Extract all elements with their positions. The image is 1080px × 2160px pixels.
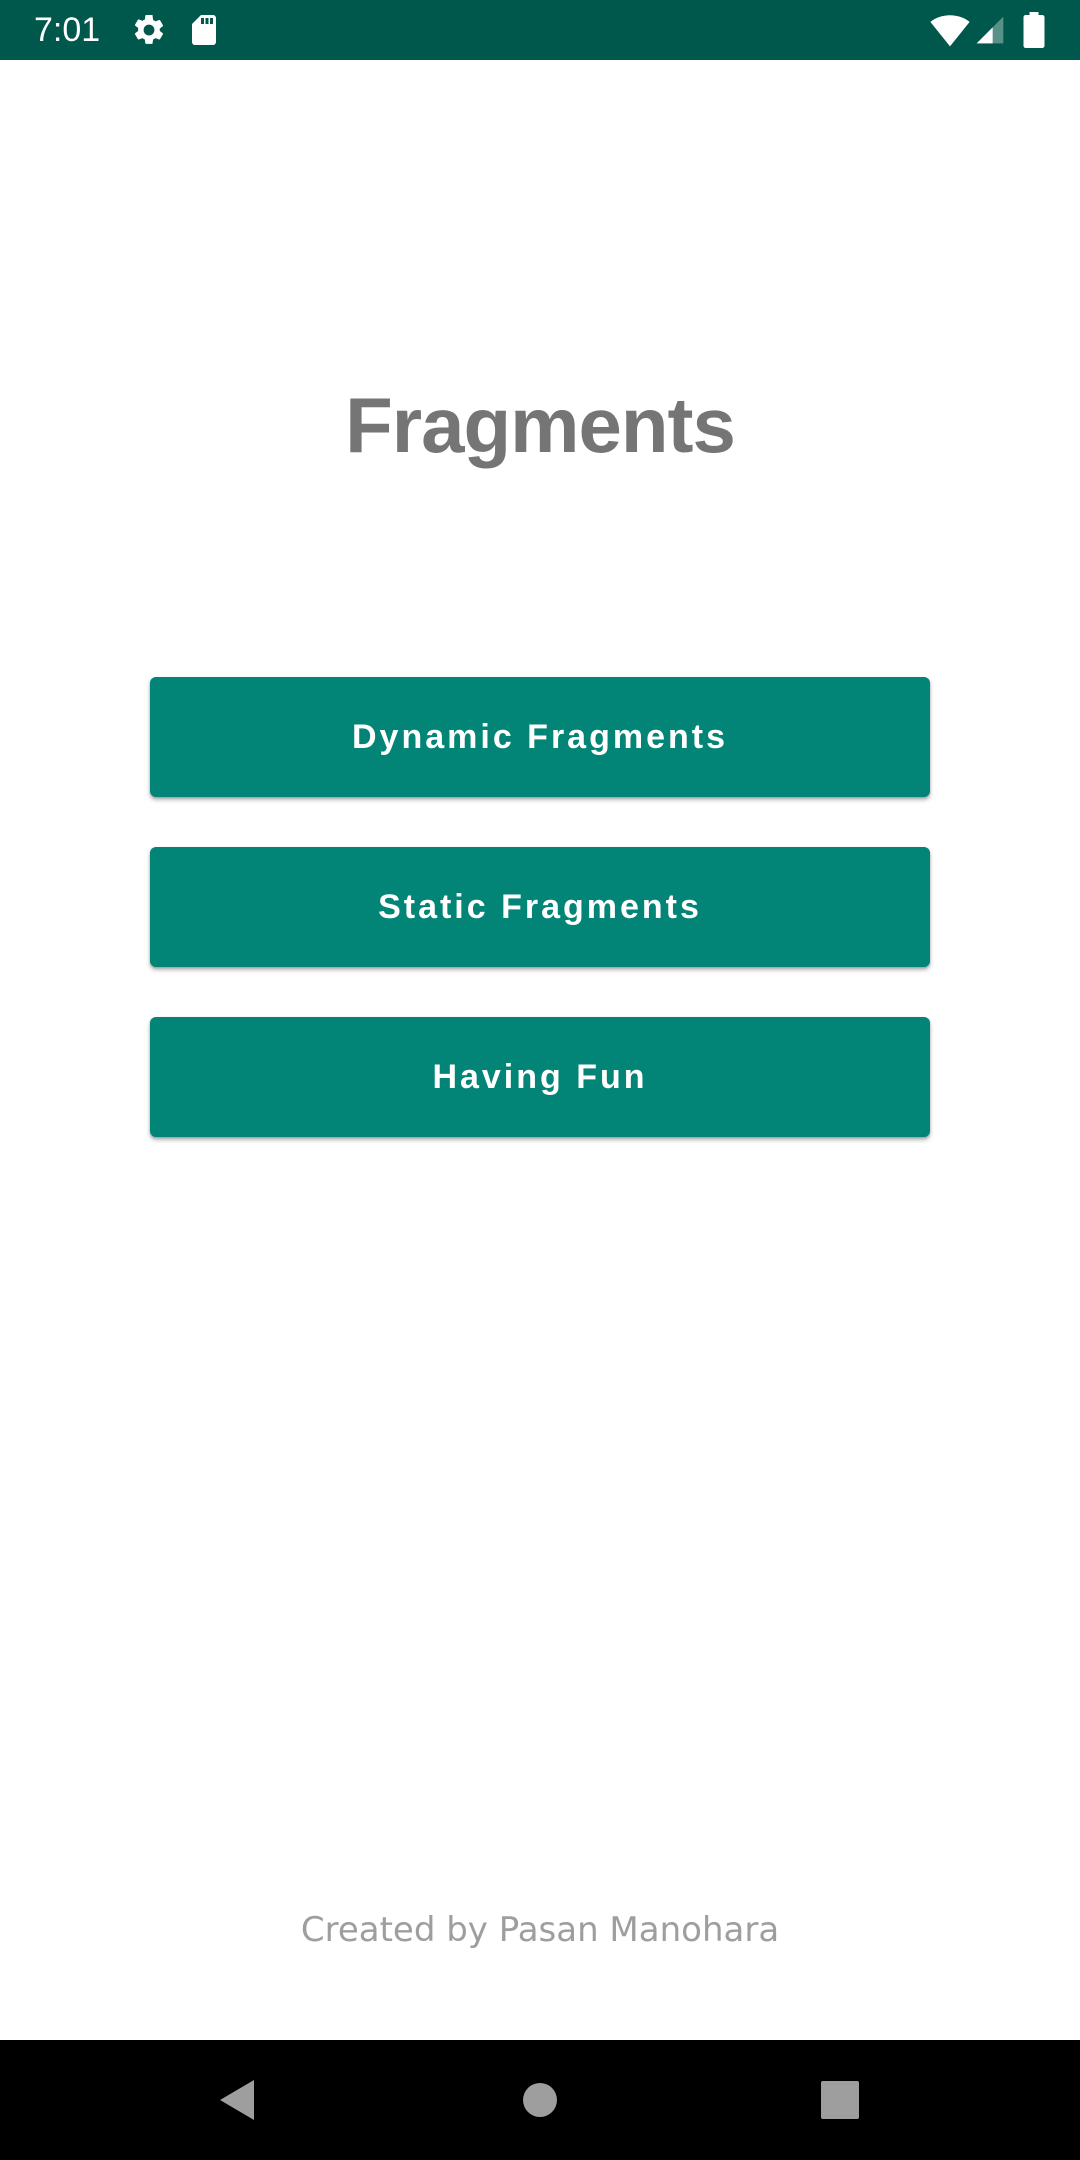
status-bar: 7:01 xyxy=(0,0,1080,60)
having-fun-button[interactable]: Having Fun xyxy=(150,1017,930,1137)
status-time: 7:01 xyxy=(34,11,101,49)
dynamic-fragments-button[interactable]: Dynamic Fragments xyxy=(150,677,930,797)
sd-card-icon xyxy=(186,12,222,48)
home-icon[interactable] xyxy=(510,2070,570,2130)
battery-icon xyxy=(1022,12,1046,48)
gear-icon xyxy=(131,12,167,48)
static-fragments-button[interactable]: Static Fragments xyxy=(150,847,930,967)
page-title: Fragments xyxy=(345,381,736,469)
back-icon[interactable] xyxy=(208,2070,268,2130)
cell-signal-icon xyxy=(974,14,1006,46)
screen: 7:01 Fragments Dynamic Fragments Static … xyxy=(0,0,1080,2160)
credit-text: Created by Pasan Manohara xyxy=(300,1910,780,1950)
wifi-icon xyxy=(930,12,970,48)
recents-icon[interactable] xyxy=(810,2070,870,2130)
navigation-bar xyxy=(0,2040,1080,2160)
